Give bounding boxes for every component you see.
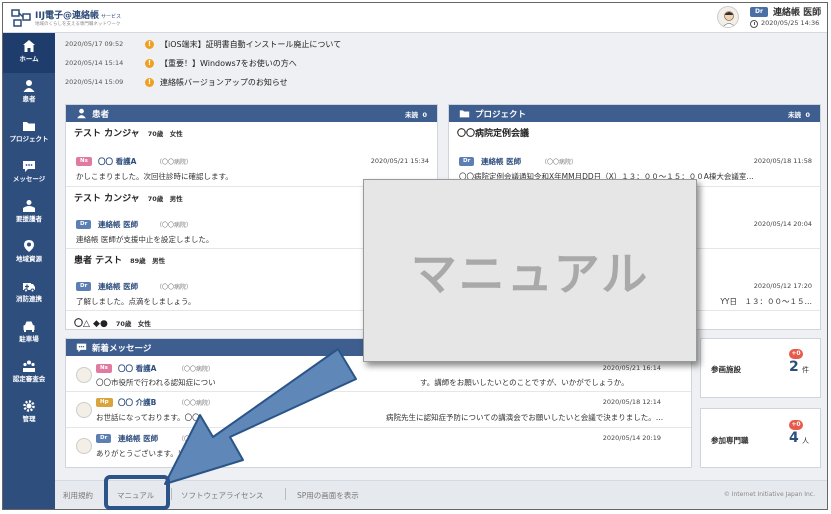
arrow-shape (164, 348, 357, 485)
pointer-arrow (164, 348, 357, 485)
manual-highlight-box (104, 475, 170, 510)
